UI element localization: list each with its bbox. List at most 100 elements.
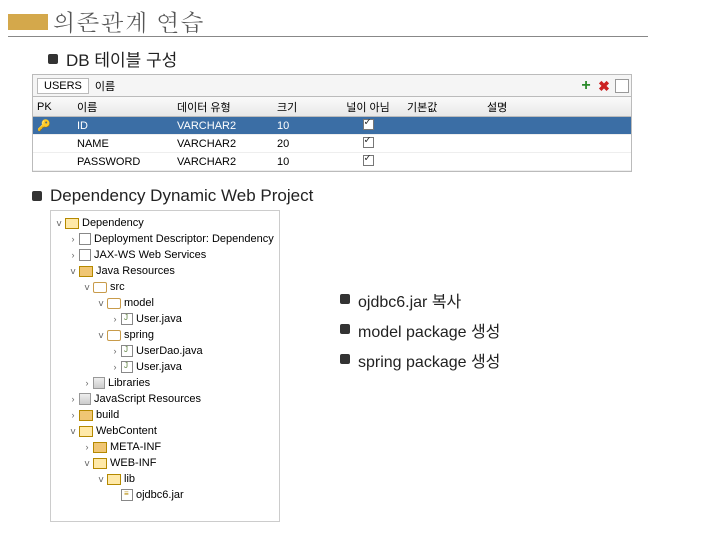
- table-row[interactable]: NAME VARCHAR2 20: [33, 135, 631, 153]
- section-project: Dependency Dynamic Web Project: [32, 186, 313, 206]
- tree-item[interactable]: ⅴJava Resources: [53, 263, 277, 279]
- bullet-icon: [340, 324, 350, 334]
- name-cell: ID: [73, 120, 173, 132]
- tree-item[interactable]: ›Libraries: [53, 375, 277, 391]
- tree-item[interactable]: ⅴspring: [53, 327, 277, 343]
- col-comment: 설명: [483, 99, 543, 115]
- ws-icon: [79, 249, 91, 261]
- tree-item[interactable]: ›Deployment Descriptor: Dependency: [53, 231, 277, 247]
- note-text: ojdbc6.jar 복사: [358, 288, 461, 312]
- note-text: model package 생성: [358, 318, 500, 342]
- java-file-icon: [121, 361, 133, 373]
- checkbox-icon: [363, 155, 374, 166]
- bullet-icon: [48, 54, 58, 64]
- tree-label: src: [110, 281, 125, 293]
- name-cell: NAME: [73, 138, 173, 150]
- tree-item[interactable]: ›UserDao.java: [53, 343, 277, 359]
- tree-item[interactable]: ⅴWebContent: [53, 423, 277, 439]
- folder-icon: [79, 266, 93, 277]
- libraries-icon: [93, 377, 105, 389]
- descriptor-icon: [79, 233, 91, 245]
- size-cell: 20: [273, 138, 333, 150]
- table-row[interactable]: PASSWORD VARCHAR2 10: [33, 153, 631, 171]
- pk-cell: 🔑: [33, 119, 73, 132]
- type-cell: VARCHAR2: [173, 120, 273, 132]
- tree-item[interactable]: ›build: [53, 407, 277, 423]
- folder-icon: [93, 442, 107, 453]
- tree-item[interactable]: ojdbc6.jar: [53, 487, 277, 503]
- note-text: spring package 생성: [358, 348, 500, 372]
- tree-item[interactable]: ⅴlib: [53, 471, 277, 487]
- tree-label: Dependency: [82, 217, 144, 229]
- notnull-cell: [333, 119, 403, 133]
- delete-icon[interactable]: ✖: [597, 79, 611, 93]
- tree-label: UserDao.java: [136, 345, 203, 357]
- tree-label: WebContent: [96, 425, 157, 437]
- tree-item[interactable]: ›User.java: [53, 359, 277, 375]
- col-pk: PK: [33, 101, 73, 113]
- tree-label: lib: [124, 473, 135, 485]
- type-cell: VARCHAR2: [173, 156, 273, 168]
- bullet-icon: [340, 294, 350, 304]
- notnull-cell: [333, 137, 403, 151]
- folder-icon: [93, 458, 107, 469]
- col-notnull: 널이 아님: [333, 99, 403, 115]
- add-icon[interactable]: +: [579, 79, 593, 93]
- tree-label: Libraries: [108, 377, 150, 389]
- tree-item[interactable]: ⅴmodel: [53, 295, 277, 311]
- bullet-icon: [340, 354, 350, 364]
- size-cell: 10: [273, 156, 333, 168]
- accent-bar: [8, 14, 48, 30]
- col-default: 기본값: [403, 99, 483, 115]
- col-size: 크기: [273, 99, 333, 115]
- db-table-panel: USERS 이름 + ✖ PK 이름 데이터 유형 크기 널이 아님 기본값 설…: [32, 74, 632, 172]
- tree-label: build: [96, 409, 119, 421]
- size-cell: 10: [273, 120, 333, 132]
- tree-item[interactable]: ⅴsrc: [53, 279, 277, 295]
- jar-file-icon: [121, 489, 133, 501]
- tree-item[interactable]: ⅴWEB-INF: [53, 455, 277, 471]
- copy-icon[interactable]: [615, 79, 629, 93]
- note-item: model package 생성: [340, 318, 640, 342]
- table-row[interactable]: 🔑 ID VARCHAR2 10: [33, 117, 631, 135]
- section-db-label: DB 테이블 구성: [66, 46, 177, 71]
- tree-label: ojdbc6.jar: [136, 489, 184, 501]
- type-cell: VARCHAR2: [173, 138, 273, 150]
- java-file-icon: [121, 345, 133, 357]
- table-tab-users[interactable]: USERS: [37, 78, 89, 94]
- notnull-cell: [333, 155, 403, 169]
- package-icon: [107, 298, 121, 309]
- folder-icon: [107, 474, 121, 485]
- tree-item[interactable]: ›JavaScript Resources: [53, 391, 277, 407]
- bullet-icon: [32, 191, 42, 201]
- table-tab-hint: 이름: [95, 78, 115, 94]
- tree-label: model: [124, 297, 154, 309]
- table-tabs: USERS 이름 + ✖: [32, 74, 632, 96]
- note-item: ojdbc6.jar 복사: [340, 288, 640, 312]
- project-tree: ⅴDependency ›Deployment Descriptor: Depe…: [50, 210, 280, 522]
- checkbox-icon: [363, 119, 374, 130]
- java-file-icon: [121, 313, 133, 325]
- tree-item[interactable]: ›META-INF: [53, 439, 277, 455]
- db-grid: PK 이름 데이터 유형 크기 널이 아님 기본값 설명 🔑 ID VARCHA…: [32, 96, 632, 172]
- tree-label: JAX-WS Web Services: [94, 249, 206, 261]
- folder-icon: [79, 426, 93, 437]
- project-icon: [65, 218, 79, 229]
- checkbox-icon: [363, 137, 374, 148]
- note-item: spring package 생성: [340, 348, 640, 372]
- tree-label: User.java: [136, 313, 182, 325]
- notes-list: ojdbc6.jar 복사 model package 생성 spring pa…: [340, 288, 640, 378]
- col-name: 이름: [73, 99, 173, 115]
- src-icon: [93, 282, 107, 293]
- tree-label: spring: [124, 329, 154, 341]
- col-type: 데이터 유형: [173, 99, 273, 115]
- name-cell: PASSWORD: [73, 156, 173, 168]
- tree-item[interactable]: ›JAX-WS Web Services: [53, 247, 277, 263]
- tree-label: WEB-INF: [110, 457, 156, 469]
- grid-header: PK 이름 데이터 유형 크기 널이 아님 기본값 설명: [33, 97, 631, 117]
- tree-label: Deployment Descriptor: Dependency: [94, 233, 274, 245]
- tree-item-root[interactable]: ⅴDependency: [53, 215, 277, 231]
- tree-label: JavaScript Resources: [94, 393, 201, 405]
- tree-item[interactable]: ›User.java: [53, 311, 277, 327]
- tree-label: User.java: [136, 361, 182, 373]
